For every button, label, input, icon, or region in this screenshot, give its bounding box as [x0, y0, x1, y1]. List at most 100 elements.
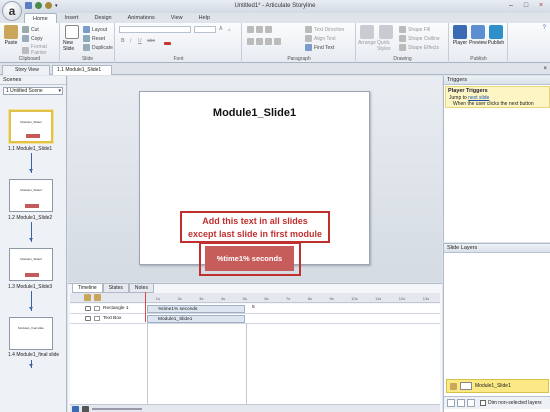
shape-fill-button[interactable]: Shape Fill	[399, 26, 430, 33]
tab-states[interactable]: States	[102, 284, 129, 293]
duplicate-button[interactable]: Duplicate	[83, 44, 113, 51]
base-layer[interactable]: Module1_Slide1	[446, 379, 549, 393]
publish-icon	[489, 25, 503, 39]
ribbon-tabs: Home Insert Design Animations View Help	[24, 13, 218, 23]
tab-design[interactable]: Design	[86, 13, 119, 23]
paste-icon	[4, 25, 18, 39]
time-textbox[interactable]: %time1% seconds	[205, 246, 294, 271]
timeline-bar[interactable]: %time1% seconds	[147, 305, 245, 313]
publish-group: Player Preview Publish Publish	[450, 23, 508, 63]
help-icon[interactable]: ?	[543, 25, 546, 31]
strikethrough-button[interactable]: abc	[147, 38, 155, 44]
shrink-font-button[interactable]: A	[228, 27, 231, 32]
bold-button[interactable]: B	[121, 38, 125, 44]
font-color-icon	[164, 42, 171, 45]
find-icon	[305, 44, 312, 51]
grow-font-button[interactable]: A	[219, 26, 223, 32]
dim-layers-checkbox[interactable]	[480, 400, 486, 406]
arrange-icon	[360, 25, 374, 39]
timeline-bar[interactable]: Module1_Slide1	[147, 315, 245, 323]
tab-notes[interactable]: Notes	[128, 284, 154, 293]
font-size-field[interactable]	[194, 26, 216, 33]
scene-dropdown[interactable]: 1 Untitled Scene ▾	[3, 87, 63, 95]
italic-button[interactable]: I	[130, 38, 131, 44]
divider	[246, 324, 247, 404]
lock-icon[interactable]	[94, 306, 100, 311]
end-marker[interactable]: 5	[252, 305, 255, 310]
triggers-panel: Triggers Player Triggers Jump to next sl…	[443, 76, 550, 316]
find-text-button[interactable]: Find Text	[305, 44, 334, 51]
align-text-button[interactable]: Align Text	[305, 35, 336, 42]
slide-thumbnail-3[interactable]: Module1_Slide3	[9, 248, 53, 281]
zoom-slider[interactable]	[92, 408, 142, 410]
reset-button[interactable]: Reset	[83, 35, 105, 42]
layer-name: Module1_Slide1	[475, 383, 511, 389]
trigger-item[interactable]: Player Triggers Jump to next slide When …	[445, 86, 550, 108]
eye-icon[interactable]	[450, 382, 457, 390]
minimize-button[interactable]: –	[504, 1, 518, 11]
underline-button[interactable]: U	[138, 38, 142, 44]
arrange-button[interactable]: Arrange	[358, 25, 376, 46]
application-button[interactable]: a	[2, 1, 22, 21]
slide-label-3: 1.3 Module1_Slide3	[8, 284, 53, 290]
tab-animations[interactable]: Animations	[120, 13, 163, 23]
player-button[interactable]: Player	[451, 25, 469, 46]
slide-label-4: 1.4 Module1_final slide	[8, 352, 60, 358]
justify-icon	[274, 38, 281, 45]
preview-button[interactable]: Preview	[469, 25, 487, 46]
tab-help[interactable]: Help	[191, 13, 218, 23]
timeline-row[interactable]: Text Box Module1_Slide1	[70, 314, 440, 324]
shape-effects-button[interactable]: Shape Effects	[399, 44, 439, 51]
slide-thumbnail-1[interactable]: Module1_Slide1	[9, 110, 53, 143]
stop-icon[interactable]	[82, 405, 89, 412]
new-layer-icon[interactable]	[447, 399, 455, 407]
maximize-button[interactable]: □	[519, 1, 533, 11]
bullets-button[interactable]	[247, 26, 272, 33]
timeline-row[interactable]: Rectangle 1 %time1% seconds 5	[70, 304, 440, 314]
lock-icon[interactable]	[94, 316, 100, 321]
cut-button[interactable]: Cut	[22, 26, 39, 33]
font-color-button[interactable]	[164, 38, 171, 45]
tab-view[interactable]: View	[163, 13, 191, 23]
eye-icon[interactable]	[85, 306, 91, 311]
indent-icon	[265, 26, 272, 33]
clipboard-group: Paste Cut Copy Format Painter Clipboard	[0, 23, 60, 63]
delete-layer-icon[interactable]	[467, 399, 475, 407]
copy-icon	[22, 35, 29, 42]
slide-thumbnail-2[interactable]: Module1_Slide2	[9, 179, 53, 212]
text-direction-button[interactable]: Text Direction	[305, 26, 344, 33]
tab-insert[interactable]: Insert	[57, 13, 87, 23]
duplicate-icon	[83, 44, 90, 51]
shape-outline-button[interactable]: Shape Outline	[399, 35, 440, 42]
slide-group: New Slide Layout Reset Duplicate Slide	[61, 23, 115, 63]
slide-title[interactable]: Module1_Slide1	[140, 107, 369, 119]
articulate-logo: a	[8, 4, 16, 18]
layout-button[interactable]: Layout	[83, 26, 107, 33]
quick-styles-button[interactable]: Quick Styles	[377, 25, 395, 52]
slide-thumbnail-4[interactable]: Module1_final slide	[9, 317, 53, 350]
align-buttons[interactable]	[247, 38, 281, 45]
format-painter-button[interactable]: Format Painter	[22, 44, 59, 56]
slide-tab[interactable]: 1.1 Module1_Slide1	[52, 65, 112, 75]
tab-timeline[interactable]: Timeline	[72, 284, 103, 293]
publish-button[interactable]: Publish	[487, 25, 505, 46]
new-slide-button[interactable]: New Slide	[63, 25, 81, 52]
slide-label-1: 1.1 Module1_Slide1	[8, 146, 53, 152]
play-icon[interactable]	[72, 405, 79, 412]
playhead[interactable]	[145, 292, 146, 322]
numbering-icon	[256, 26, 263, 33]
tab-home[interactable]: Home	[24, 13, 57, 23]
duplicate-layer-icon[interactable]	[457, 399, 465, 407]
close-button[interactable]: ×	[534, 1, 548, 11]
align-right-icon	[265, 38, 272, 45]
lock-icon[interactable]	[94, 294, 101, 301]
callout-line-1: Add this text in all slides	[202, 216, 308, 226]
paste-button[interactable]: Paste	[2, 25, 20, 46]
font-family-field[interactable]	[119, 26, 191, 33]
copy-button[interactable]: Copy	[22, 35, 43, 42]
eye-icon[interactable]	[85, 316, 91, 321]
story-view-tab[interactable]: Story View	[2, 65, 50, 75]
close-tab-icon[interactable]: ×	[543, 66, 547, 72]
eye-icon[interactable]	[84, 294, 91, 301]
timeline-body	[70, 324, 440, 404]
